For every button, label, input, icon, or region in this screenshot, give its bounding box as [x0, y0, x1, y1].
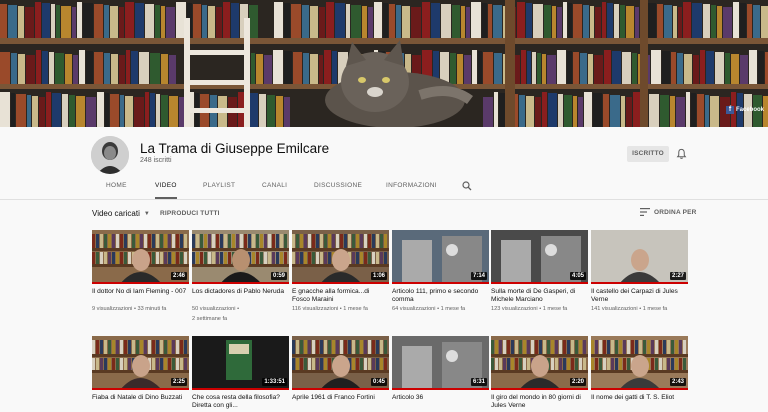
video-thumbnail[interactable]: 2:27 — [591, 230, 688, 284]
video-card[interactable]: 2:46 Il dottor No di Iam Fleming - 007 9… — [92, 230, 189, 316]
video-title[interactable]: Articolo 36 — [392, 394, 489, 410]
video-duration: 2:20 — [569, 378, 586, 386]
watch-progress-bar — [92, 282, 189, 284]
video-duration: 4:05 — [569, 272, 586, 280]
video-duration: 0:45 — [370, 378, 387, 386]
video-duration: 2:25 — [170, 378, 187, 386]
tab-informazioni[interactable]: INFORMAZIONI — [386, 175, 437, 199]
video-thumbnail[interactable]: 2:25 — [92, 336, 189, 390]
watch-progress-bar — [92, 388, 189, 390]
bell-icon[interactable] — [676, 148, 687, 160]
video-meta: 50 visualizzazioni • — [192, 306, 240, 312]
video-meta-2: 2 settimane fa — [192, 315, 228, 322]
video-title[interactable]: Aprile 1961 di Franco Fortini — [292, 394, 389, 410]
video-duration: 1:06 — [370, 272, 387, 280]
search-icon[interactable] — [462, 181, 472, 191]
video-card[interactable]: 1:06 E gnacche alla formica...di Fosco M… — [292, 230, 389, 316]
video-title[interactable]: Sulla morte di De Gasperi, di Michele Ma… — [491, 288, 588, 304]
subscribe-button[interactable]: ISCRITTO — [627, 146, 669, 162]
video-card[interactable]: 4:05 Sulla morte di De Gasperi, di Miche… — [491, 230, 588, 316]
video-thumbnail[interactable]: 1:06 — [292, 230, 389, 284]
channel-title: La Trama di Giuseppe Emilcare — [140, 141, 330, 156]
video-card[interactable]: 2:20 Il giro del mondo in 80 giorni di J… — [491, 336, 588, 412]
video-meta: 141 visualizzazioni • 1 mese fa — [591, 306, 668, 312]
watch-progress-bar — [392, 282, 489, 284]
tab-canali[interactable]: CANALI — [262, 175, 287, 199]
watch-progress-bar — [491, 388, 588, 390]
sort-button[interactable]: ORDINA PER — [640, 208, 697, 216]
video-duration: 2:43 — [669, 378, 686, 386]
video-thumbnail[interactable]: 1:33:51 — [192, 336, 289, 390]
video-title[interactable]: Los dictadores di Pablo Neruda — [192, 288, 289, 304]
bookshelf-image — [0, 0, 768, 127]
facebook-icon: f — [725, 106, 734, 114]
video-meta: 64 visualizzazioni • 1 mese fa — [392, 306, 466, 312]
video-thumbnail[interactable]: 2:43 — [591, 336, 688, 390]
play-all-button[interactable]: RIPRODUCI TUTTI — [160, 210, 220, 217]
video-thumbnail[interactable]: 2:46 — [92, 230, 189, 284]
video-card[interactable]: 6:31 Articolo 36 234 visualizzazioni • 4… — [392, 336, 489, 412]
watch-progress-bar — [192, 388, 289, 390]
video-card[interactable]: 7:14 Articolo 111, primo e secondo comma… — [392, 230, 489, 316]
video-duration: 2:27 — [669, 272, 686, 280]
channel-avatar[interactable] — [91, 136, 129, 174]
video-title[interactable]: Che cosa resta della filosofia? Diretta … — [192, 394, 289, 410]
video-toolbar: Video caricati ▼ RIPRODUCI TUTTI ORDINA … — [0, 200, 768, 228]
watch-progress-bar — [292, 388, 389, 390]
video-meta: 116 visualizzazioni • 1 mese fa — [292, 306, 368, 312]
video-meta: 123 visualizzazioni • 1 mese fa — [491, 306, 568, 312]
video-title[interactable]: E gnacche alla formica...di Fosco Marain… — [292, 288, 389, 304]
uploads-dropdown[interactable]: Video caricati ▼ — [92, 209, 150, 218]
video-thumbnail[interactable]: 0:59 — [192, 230, 289, 284]
watch-progress-bar — [591, 282, 688, 284]
video-thumbnail[interactable]: 0:45 — [292, 336, 389, 390]
video-card[interactable]: 0:59 Los dictadores di Pablo Neruda 50 v… — [192, 230, 289, 323]
video-title[interactable]: Il nome dei gatti di T. S. Eliot — [591, 394, 688, 410]
video-thumbnail[interactable]: 2:20 — [491, 336, 588, 390]
video-title[interactable]: Articolo 111, primo e secondo comma — [392, 288, 489, 304]
tab-discussione[interactable]: DISCUSSIONE — [314, 175, 362, 199]
watch-progress-bar — [491, 282, 588, 284]
channel-header: La Trama di Giuseppe Emilcare 248 iscrit… — [0, 127, 768, 199]
video-title[interactable]: Il giro del mondo in 80 giorni di Jules … — [491, 394, 588, 410]
video-duration: 0:59 — [270, 272, 287, 280]
watch-progress-bar — [292, 282, 389, 284]
video-duration: 2:46 — [170, 272, 187, 280]
caret-down-icon: ▼ — [143, 210, 150, 217]
video-duration: 7:14 — [470, 272, 487, 280]
video-duration: 6:31 — [470, 378, 487, 386]
video-title[interactable]: Il dottor No di Iam Fleming - 007 — [92, 288, 189, 304]
watch-progress-bar — [192, 282, 289, 284]
watch-progress-bar — [392, 388, 489, 390]
video-thumbnail[interactable]: 4:05 — [491, 230, 588, 284]
tab-home[interactable]: HOME — [106, 175, 127, 199]
tab-video[interactable]: VIDEO — [155, 175, 177, 199]
tab-playlist[interactable]: PLAYLIST — [203, 175, 235, 199]
video-title[interactable]: Fiaba di Natale di Dino Buzzati — [92, 394, 189, 410]
watch-progress-bar — [591, 388, 688, 390]
video-duration: 1:33:51 — [262, 378, 287, 386]
video-card[interactable]: 2:25 Fiaba di Natale di Dino Buzzati — [92, 336, 189, 412]
video-card[interactable]: 0:45 Aprile 1961 di Franco Fortini 137 v… — [292, 336, 389, 412]
subscriber-count: 248 iscritti — [140, 157, 172, 164]
video-card[interactable]: 1:33:51 Che cosa resta della filosofia? … — [192, 336, 289, 412]
video-title[interactable]: Il castello dei Carpazi di Jules Verne — [591, 288, 688, 304]
facebook-link[interactable]: f Facebook — [725, 105, 764, 115]
video-card[interactable]: 2:27 Il castello dei Carpazi di Jules Ve… — [591, 230, 688, 316]
sort-icon — [640, 208, 650, 216]
video-card[interactable]: 2:43 Il nome dei gatti di T. S. Eliot 21… — [591, 336, 688, 412]
channel-banner: f Facebook — [0, 0, 768, 127]
video-meta: 9 visualizzazioni • 33 minuti fa — [92, 306, 167, 312]
video-thumbnail[interactable]: 7:14 — [392, 230, 489, 284]
video-thumbnail[interactable]: 6:31 — [392, 336, 489, 390]
